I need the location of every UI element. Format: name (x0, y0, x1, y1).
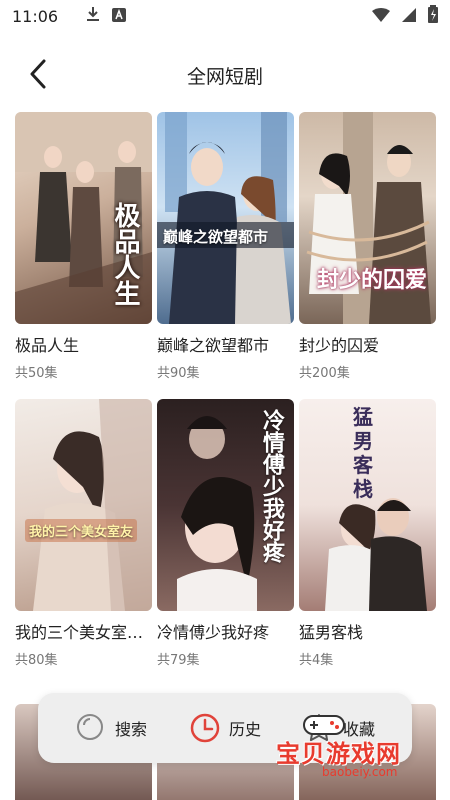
search-button[interactable]: 搜索 (75, 712, 147, 744)
drama-card[interactable]: 封少的囚爱 封少的囚爱 共200集 (299, 112, 436, 381)
drama-poster: 极品人生 (15, 112, 152, 324)
drama-title: 冷情傅少我好疼 (157, 623, 270, 642)
drama-episodes: 共4集 (299, 653, 334, 668)
drama-poster: 巅峰之欲望都市 (157, 112, 294, 324)
poster-title: 我的三个美女室友 (25, 519, 138, 542)
drama-title: 巅峰之欲望都市 (157, 336, 270, 355)
drama-episodes: 共50集 (15, 366, 58, 381)
drama-title: 封少的囚爱 (299, 336, 380, 355)
drama-card[interactable]: 极品人生 极品人生 共50集 (15, 112, 152, 381)
drama-poster: 猛男客栈 (299, 399, 436, 611)
status-time: 11:06 (12, 6, 59, 26)
drama-episodes: 共90集 (157, 366, 200, 381)
wifi-icon (372, 7, 390, 26)
poster-title: 冷情傅少我好疼 (259, 409, 284, 563)
poster-title: 封少的囚爱 (317, 268, 428, 293)
history-button[interactable]: 历史 (189, 712, 261, 744)
signal-icon (402, 7, 416, 26)
drama-title: 猛男客栈 (299, 623, 364, 642)
drama-card[interactable]: 猛男客栈 猛男客栈 共4集 (299, 399, 436, 668)
history-label: 历史 (228, 720, 261, 739)
poster-title: 猛男客栈 (353, 405, 373, 501)
search-label: 搜索 (114, 720, 147, 739)
app-a-icon (112, 7, 127, 26)
drama-title: 我的三个美女室… (15, 623, 144, 642)
drama-card[interactable]: 巅峰之欲望都市 巅峰之欲望都市 共90集 (157, 112, 294, 381)
watermark: 宝贝游戏网 baobeiy.com (272, 715, 450, 786)
page-title: 全网短剧 (186, 65, 263, 88)
gamepad-icon (303, 715, 345, 735)
back-button[interactable] (20, 56, 56, 92)
battery-charging-icon (428, 5, 438, 27)
history-icon (190, 713, 220, 743)
drama-episodes: 共80集 (15, 653, 58, 668)
drama-episodes: 共79集 (157, 653, 200, 668)
chevron-left-icon (30, 59, 46, 89)
poster-title: 极品人生 (110, 202, 140, 306)
drama-poster: 封少的囚爱 (299, 112, 436, 324)
poster-title: 巅峰之欲望都市 (163, 228, 269, 246)
drama-episodes: 共200集 (299, 366, 350, 381)
download-icon (86, 6, 100, 26)
drama-card[interactable]: 我的三个美女室友 我的三个美女室… 共80集 (15, 399, 152, 668)
search-icon (76, 714, 103, 740)
watermark-text: 宝贝游戏网 (276, 740, 401, 768)
status-bar: 11:06 (0, 0, 450, 32)
drama-title: 极品人生 (15, 336, 80, 355)
watermark-url: baobeiy.com (322, 765, 398, 779)
header: 全网短剧 (0, 48, 450, 102)
drama-poster: 冷情傅少我好疼 (157, 399, 294, 611)
drama-card[interactable]: 冷情傅少我好疼 冷情傅少我好疼 共79集 (157, 399, 294, 668)
drama-poster: 我的三个美女室友 (15, 399, 152, 611)
